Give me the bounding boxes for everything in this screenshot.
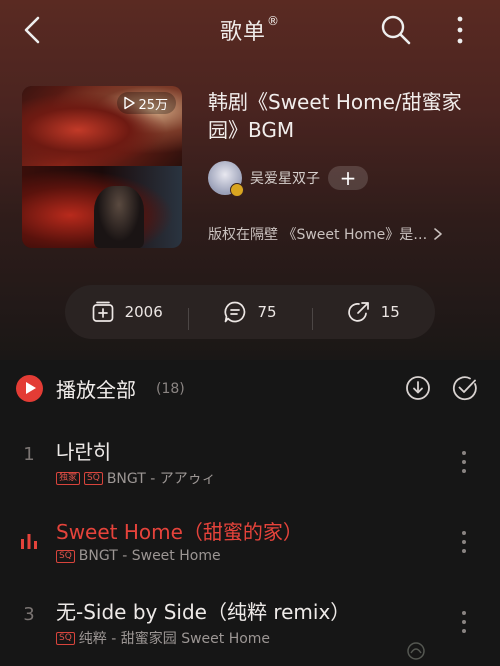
song-subtitle-row: 独家 SQ BNGT - アアゥィ [56,468,216,488]
search-button[interactable] [378,12,414,48]
play-outline-icon [124,96,136,110]
playlist-description[interactable]: 版权在隔壁 《Sweet Home》是… [208,224,478,244]
more-vertical-icon [462,611,466,633]
song-row-playing[interactable]: Sweet Home（甜蜜的家） SQ BNGT - Sweet Home [0,502,500,582]
collect-count: 2006 [124,303,163,321]
playlist-cover[interactable]: 25万 [22,86,182,248]
song-title: Sweet Home（甜蜜的家） [56,520,303,544]
song-more-button[interactable] [454,526,474,558]
play-all-icon[interactable] [16,375,43,402]
play-count-badge: 25万 [117,92,176,114]
play-count: 25万 [138,97,168,113]
multi-select-button[interactable] [451,374,479,402]
song-subtitle-row: SQ 纯粹 - 甜蜜家园 Sweet Home [56,628,270,648]
exclusive-tag: 独家 [56,471,81,485]
song-list-panel: 播放全部 (18) 1 나란히 独家 SQ BNGT - アアゥィ Sweet … [0,360,500,666]
collect-button[interactable]: 2006 [65,300,188,324]
song-more-button[interactable] [454,446,474,478]
song-artist-album: BNGT - アアゥィ [106,471,216,487]
follow-button[interactable]: + [328,166,368,190]
registered-mark: ® [267,14,280,28]
track-count: (18) [156,381,185,397]
description-text: 版权在隔壁 《Sweet Home》是… [208,227,428,243]
action-bar: 2006 75 15 [65,285,435,339]
page-title-text: 歌单 [219,20,266,45]
song-index: 3 [23,604,35,625]
author-row: 吴爱星双子 + [208,160,368,197]
share-icon [348,302,369,322]
song-title: 나란히 [56,440,112,464]
list-header: 播放全部 (18) [0,360,500,416]
share-count: 15 [380,303,400,321]
song-more-button[interactable] [454,606,474,638]
more-vertical-icon [457,16,463,44]
sq-tag: SQ [56,549,75,563]
author-name[interactable]: 吴爱星双子 [250,168,320,188]
vip-badge-icon [230,183,244,197]
share-button[interactable]: 15 [311,300,435,330]
more-vertical-icon [462,531,466,553]
page-title: 歌单® [0,14,500,46]
song-title: 无-Side by Side（纯粹 remix） [56,600,351,624]
more-options-button[interactable] [448,12,472,48]
avatar[interactable] [208,161,244,197]
sq-tag: SQ [84,471,103,485]
now-playing-equalizer-icon [21,534,37,549]
chevron-right-icon [434,228,443,240]
download-button[interactable] [404,374,432,402]
comment-count: 75 [257,303,277,321]
watermark-logo [406,640,496,662]
more-vertical-icon [462,451,466,473]
search-icon [381,15,411,45]
song-subtitle-row: SQ BNGT - Sweet Home [56,548,221,564]
sq-tag: SQ [56,631,75,645]
playlist-name: 韩剧《Sweet Home/甜蜜家园》BGM [208,90,462,142]
song-row[interactable]: 1 나란히 独家 SQ BNGT - アアゥィ [0,422,500,502]
play-all-button[interactable]: 播放全部 [56,374,136,403]
collect-add-icon [92,301,113,322]
song-artist-album: BNGT - Sweet Home [78,548,221,564]
comment-icon [224,301,246,323]
download-icon [406,376,430,400]
comment-button[interactable]: 75 [188,300,311,330]
song-index: 1 [23,444,35,465]
cover-art-figure [94,186,144,248]
watermark-icon [407,642,425,660]
top-bar: 歌单® [0,0,500,60]
song-artist-album: 纯粹 - 甜蜜家园 Sweet Home [78,631,271,647]
check-circle-icon [453,376,477,401]
